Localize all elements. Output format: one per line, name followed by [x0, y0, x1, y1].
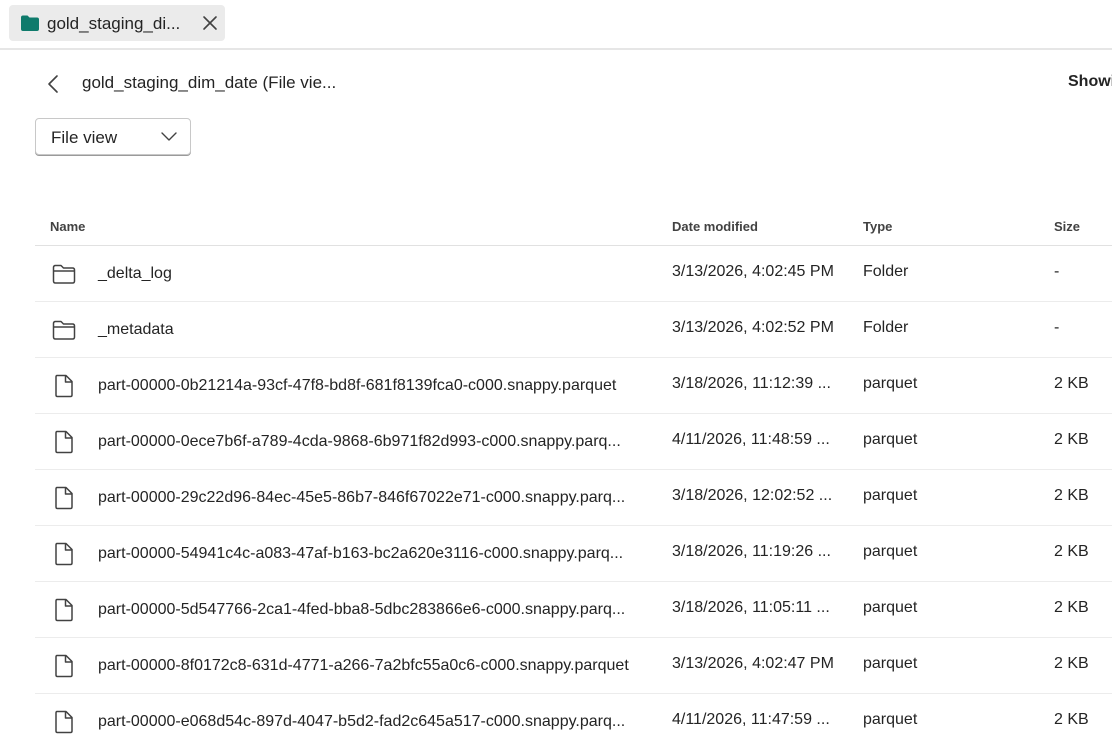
row-size: - — [1054, 319, 1060, 336]
folder-icon — [21, 15, 39, 31]
file-icon — [55, 542, 73, 566]
row-name[interactable]: _delta_log — [98, 265, 172, 283]
table-row[interactable]: _metadata 3/13/2026, 4:02:52 PM Folder - — [35, 302, 1112, 358]
folder-icon — [52, 320, 76, 340]
folder-icon — [52, 264, 76, 284]
row-size: 2 KB — [1054, 711, 1089, 728]
table-row[interactable]: part-00000-0b21214a-93cf-47f8-bd8f-681f8… — [35, 358, 1112, 414]
row-date-modified: 3/13/2026, 4:02:52 PM — [672, 319, 834, 336]
table-row[interactable]: part-00000-0ece7b6f-a789-4cda-9868-6b971… — [35, 414, 1112, 470]
row-type: parquet — [863, 655, 918, 672]
row-name[interactable]: part-00000-54941c4c-a083-47af-b163-bc2a6… — [98, 545, 623, 563]
row-type: parquet — [863, 599, 918, 616]
row-date-modified: 4/11/2026, 11:47:59 ... — [672, 711, 830, 728]
row-date-modified: 3/13/2026, 4:02:45 PM — [672, 263, 834, 280]
column-header-type[interactable]: Type — [863, 219, 892, 234]
table-row[interactable]: part-00000-5d547766-2ca1-4fed-bba8-5dbc2… — [35, 582, 1112, 638]
row-type: Folder — [863, 263, 909, 280]
row-size: 2 KB — [1054, 655, 1089, 672]
view-dropdown-value: File view — [51, 128, 118, 147]
row-name[interactable]: part-00000-0b21214a-93cf-47f8-bd8f-681f8… — [98, 377, 616, 395]
tab-label: gold_staging_di... — [47, 14, 181, 33]
file-icon — [55, 430, 73, 454]
row-date-modified: 3/18/2026, 12:02:52 ... — [672, 487, 833, 504]
row-size: 2 KB — [1054, 487, 1089, 504]
row-type: parquet — [863, 431, 918, 448]
row-type: parquet — [863, 711, 918, 728]
close-icon[interactable] — [200, 13, 220, 33]
row-date-modified: 3/18/2026, 11:05:11 ... — [672, 599, 830, 616]
row-size: 2 KB — [1054, 543, 1089, 560]
column-header-name[interactable]: Name — [50, 219, 85, 234]
column-header-size[interactable]: Size — [1054, 219, 1080, 234]
file-icon — [55, 598, 73, 622]
page-title: gold_staging_dim_date (File vie... — [82, 73, 337, 92]
table-row[interactable]: part-00000-8f0172c8-631d-4771-a266-7a2bf… — [35, 638, 1112, 694]
file-icon — [55, 374, 73, 398]
row-size: - — [1054, 263, 1060, 280]
row-type: parquet — [863, 543, 918, 560]
file-icon — [55, 486, 73, 510]
tab-gold-staging[interactable]: gold_staging_di... — [9, 5, 225, 41]
row-date-modified: 3/13/2026, 4:02:47 PM — [672, 655, 834, 672]
row-name[interactable]: part-00000-e068d54c-897d-4047-b5d2-fad2c… — [98, 713, 625, 731]
row-name[interactable]: part-00000-5d547766-2ca1-4fed-bba8-5dbc2… — [98, 601, 625, 619]
row-type: parquet — [863, 375, 918, 392]
row-size: 2 KB — [1054, 375, 1089, 392]
row-name[interactable]: part-00000-29c22d96-84ec-45e5-86b7-846f6… — [98, 489, 625, 507]
row-date-modified: 3/18/2026, 11:19:26 ... — [672, 543, 831, 560]
file-icon — [55, 710, 73, 734]
row-size: 2 KB — [1054, 599, 1089, 616]
row-type: Folder — [863, 319, 909, 336]
row-date-modified: 3/18/2026, 11:12:39 ... — [672, 375, 831, 392]
table-row[interactable]: part-00000-e068d54c-897d-4047-b5d2-fad2c… — [35, 694, 1112, 746]
table-header: Name Date modified Type Size — [35, 207, 1112, 246]
file-icon — [55, 654, 73, 678]
chevron-down-icon — [161, 132, 177, 141]
table-row[interactable]: part-00000-29c22d96-84ec-45e5-86b7-846f6… — [35, 470, 1112, 526]
row-size: 2 KB — [1054, 431, 1089, 448]
file-table: Name Date modified Type Size _delta_log 3… — [35, 207, 1112, 746]
showing-label: Showi — [1068, 73, 1112, 90]
row-name[interactable]: _metadata — [98, 321, 174, 339]
column-header-date-modified[interactable]: Date modified — [672, 219, 758, 234]
row-type: parquet — [863, 487, 918, 504]
row-name[interactable]: part-00000-0ece7b6f-a789-4cda-9868-6b971… — [98, 433, 621, 451]
row-name[interactable]: part-00000-8f0172c8-631d-4771-a266-7a2bf… — [98, 657, 629, 675]
table-body: _delta_log 3/13/2026, 4:02:45 PM Folder - _m… — [35, 246, 1112, 746]
view-dropdown[interactable]: File view — [35, 118, 191, 155]
back-arrow-icon[interactable] — [40, 70, 68, 98]
row-date-modified: 4/11/2026, 11:48:59 ... — [672, 431, 830, 448]
table-row[interactable]: part-00000-54941c4c-a083-47af-b163-bc2a6… — [35, 526, 1112, 582]
table-row[interactable]: _delta_log 3/13/2026, 4:02:45 PM Folder - — [35, 246, 1112, 302]
tab-strip: gold_staging_di... — [0, 0, 1112, 50]
